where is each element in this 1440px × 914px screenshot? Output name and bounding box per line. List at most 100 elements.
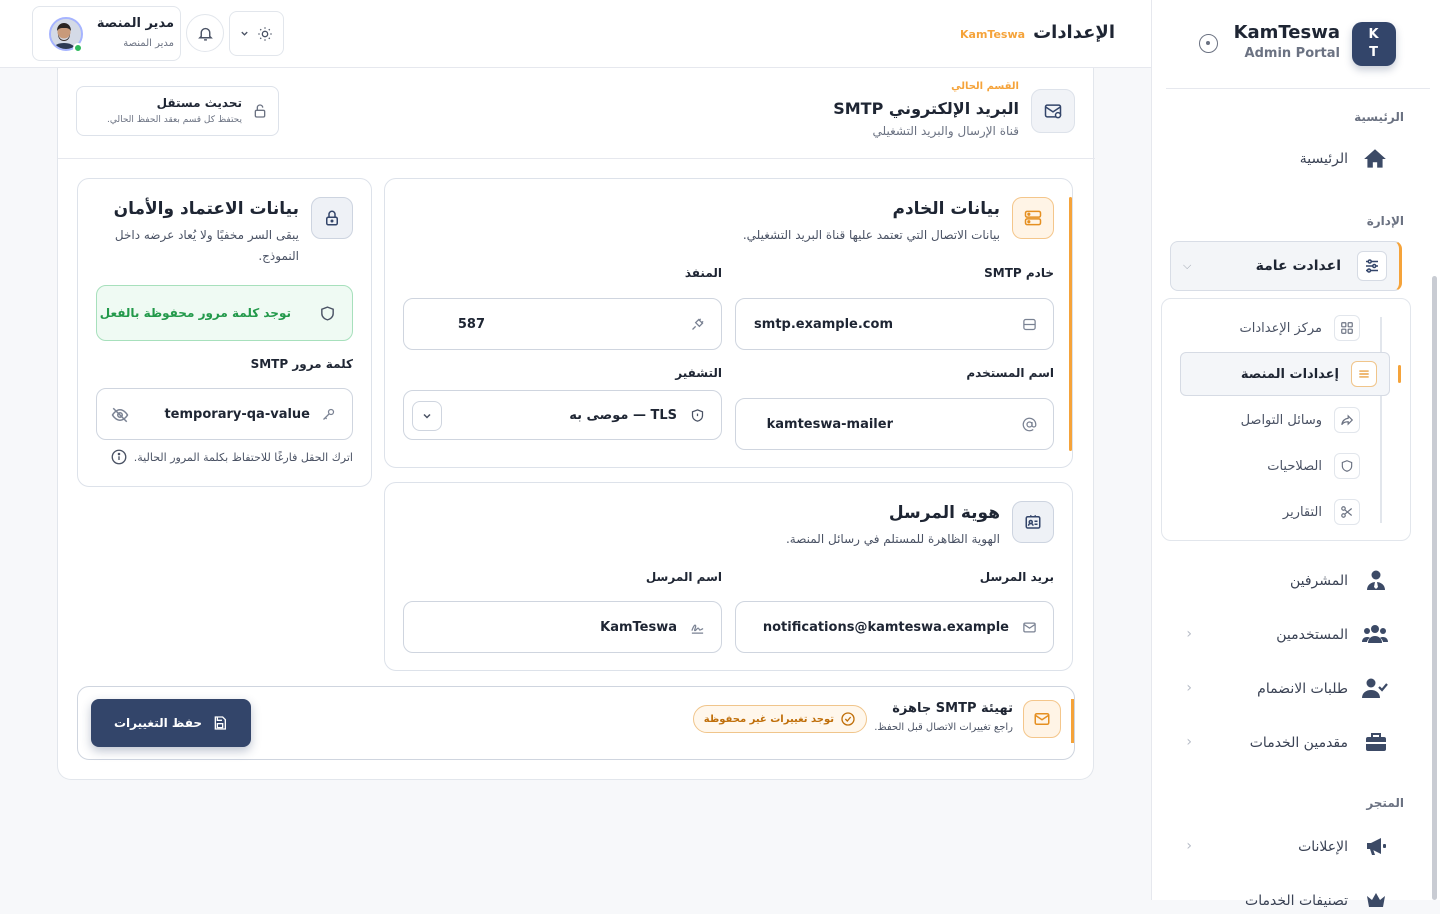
panel-subtitle: يبقى السر مخفيًا ولا يُعاد عرضه داخل الن… — [114, 228, 299, 263]
shield-icon — [687, 408, 705, 423]
field-label: خادم SMTP — [984, 266, 1054, 280]
divider — [1166, 88, 1430, 89]
panel-subtitle: بيانات الاتصال التي تعتمد عليها قناة الب… — [742, 228, 1000, 242]
smtp-port-field[interactable]: 587 — [403, 298, 722, 350]
check-circle-icon — [840, 711, 856, 727]
subnav-item-permissions[interactable]: الصلاحيات — [1267, 453, 1360, 479]
sidebar-item-join-requests[interactable]: طلبات الانضمام — [1257, 676, 1388, 702]
subnav-item-reports[interactable]: التقارير — [1283, 499, 1360, 525]
shield-icon — [319, 305, 336, 322]
smtp-host-field[interactable]: smtp.example.com — [735, 298, 1054, 350]
sidebar-group-general-settings[interactable]: اعدادت عامة ⌵ — [1170, 241, 1402, 291]
mail-check-icon — [1023, 700, 1061, 738]
save-icon — [212, 715, 228, 731]
subnav-item-platform-settings[interactable]: إعدادات المنصة — [1180, 352, 1401, 396]
chevron-down-icon: ⌵ — [1183, 259, 1192, 272]
eye-off-icon[interactable] — [111, 406, 129, 424]
save-bar: تهيئة SMTP جاهزة راجع تغييرات الاتصال قب… — [77, 686, 1075, 760]
current-section-label: القسم الحالي — [951, 81, 1019, 92]
credentials-panel: بيانات الاعتماد والأمان يبقى السر مخفيًا… — [77, 178, 372, 487]
chevron-left-icon: ‹ — [1186, 838, 1192, 854]
panel-title: هوية المرسل — [888, 503, 1000, 523]
panel-title: بيانات الاعتماد والأمان — [113, 199, 299, 219]
online-status-dot — [73, 43, 83, 53]
chevron-left-icon: ‹ — [1186, 626, 1192, 642]
field-label: المنفذ — [684, 266, 722, 280]
sun-icon — [257, 26, 273, 42]
crown-icon — [1362, 888, 1388, 914]
at-sign-icon — [1019, 417, 1037, 432]
page-title: الإعدادات KamTeswa — [960, 22, 1115, 43]
lock-refresh-icon — [252, 103, 268, 119]
subnav-item-settings-center[interactable]: مركز الإعدادات — [1240, 315, 1360, 341]
scissors-icon — [1334, 499, 1360, 525]
mail-settings-icon — [1031, 89, 1075, 133]
server-icon — [1012, 197, 1054, 239]
chevron-left-icon: ‹ — [1186, 734, 1192, 750]
sidebar-item-users[interactable]: المستخدمين — [1276, 622, 1388, 648]
chevron-down-icon — [240, 29, 249, 38]
panel-subtitle: الهوية الظاهرة للمستلم في رسائل المنصة. — [785, 532, 1000, 546]
id-card-icon — [1012, 501, 1054, 543]
accent-bar — [1069, 197, 1072, 451]
save-button[interactable]: حفظ التغييرات — [91, 699, 251, 747]
grid-icon — [1334, 315, 1360, 341]
chevron-down-icon[interactable] — [412, 401, 442, 431]
section-label-home: الرئيسية — [1354, 110, 1404, 124]
top-header: الإعدادات KamTeswa مدير المنصة مدير المن… — [0, 0, 1151, 68]
field-label: بريد المرسل — [979, 570, 1054, 584]
chevron-left-icon: ‹ — [1186, 680, 1192, 696]
panel-title: بيانات الخادم — [892, 199, 1000, 219]
sender-name-field[interactable]: KamTeswa — [403, 601, 722, 653]
subnav-line — [1380, 317, 1382, 523]
sender-panel: هوية المرسل الهوية الظاهرة للمستلم في رس… — [384, 482, 1073, 671]
field-label: التشفير — [675, 366, 722, 380]
smtp-password-field[interactable]: temporary-qa-value — [96, 388, 353, 440]
theme-toggle-button[interactable] — [229, 11, 284, 56]
user-check-icon — [1362, 676, 1388, 702]
bell-icon — [197, 25, 214, 42]
home-icon — [1362, 146, 1388, 172]
encryption-select[interactable]: TLS — موصى به — [403, 390, 722, 440]
user-menu[interactable]: مدير المنصة مدير المنصة — [32, 6, 181, 61]
sidebar-scrollbar[interactable] — [1432, 276, 1437, 900]
divider — [58, 158, 1095, 159]
independent-update-info: تحديث مستقل يحتفظ كل قسم بعقد الحفظ الحا… — [76, 86, 279, 136]
saved-password-notice: توجد كلمة مرور محفوظة بالفعل — [96, 285, 353, 341]
sidebar-item-service-categories[interactable]: تصنيفات الخدمات — [1245, 888, 1388, 914]
subnav-item-social[interactable]: وسائل التواصل — [1241, 407, 1360, 433]
brand-subtitle: Admin Portal — [1244, 46, 1340, 61]
field-label: اسم المستخدم — [966, 366, 1054, 380]
notifications-button[interactable] — [186, 14, 224, 52]
section-label-admin: الإدارة — [1366, 214, 1404, 228]
user-tie-icon — [1362, 568, 1388, 594]
field-label: كلمة مرور SMTP — [250, 357, 353, 371]
key-icon — [318, 407, 336, 422]
share-icon — [1334, 407, 1360, 433]
smtp-username-field[interactable]: kamteswa-mailer — [735, 398, 1054, 450]
savebar-title: تهيئة SMTP جاهزة — [892, 701, 1013, 716]
collapse-sidebar-icon[interactable] — [1199, 34, 1218, 53]
section-subtitle: قناة الإرسال والبريد التشغيلي — [872, 124, 1019, 138]
brand-tag: KamTeswa — [960, 28, 1026, 41]
lock-icon — [311, 197, 353, 239]
field-label: اسم المرسل — [645, 570, 722, 584]
brand-logo[interactable]: K T — [1352, 22, 1396, 66]
sidebar-item-home[interactable]: الرئيسية — [1300, 146, 1388, 172]
settings-card: القسم الحالي البريد الإلكتروني SMTP قناة… — [57, 68, 1095, 780]
section-title: البريد الإلكتروني SMTP — [833, 99, 1019, 118]
signature-icon — [687, 620, 705, 635]
sender-email-field[interactable]: notifications@kamteswa.example — [735, 601, 1054, 653]
sidebar-item-service-providers[interactable]: مقدمين الخدمات — [1250, 730, 1388, 756]
server-panel: بيانات الخادم بيانات الاتصال التي تعتمد … — [384, 178, 1073, 468]
shield-icon — [1334, 453, 1360, 479]
sidebar-item-ads[interactable]: الإعلانات — [1298, 834, 1388, 860]
brand-name: KamTeswa — [1233, 22, 1340, 43]
settings-subnav: مركز الإعدادات إعدادات المنصة وسائل التو… — [1161, 298, 1411, 541]
users-icon — [1362, 622, 1388, 648]
unsaved-changes-badge: توجد تغييرات غير محفوظة — [692, 705, 867, 733]
sidebar-item-supervisors[interactable]: المشرفين — [1290, 568, 1388, 594]
sliders-icon — [1357, 251, 1387, 281]
sidebar: K T KamTeswa Admin Portal الرئيسية الرئي… — [1151, 0, 1440, 909]
server-icon — [1019, 317, 1037, 332]
